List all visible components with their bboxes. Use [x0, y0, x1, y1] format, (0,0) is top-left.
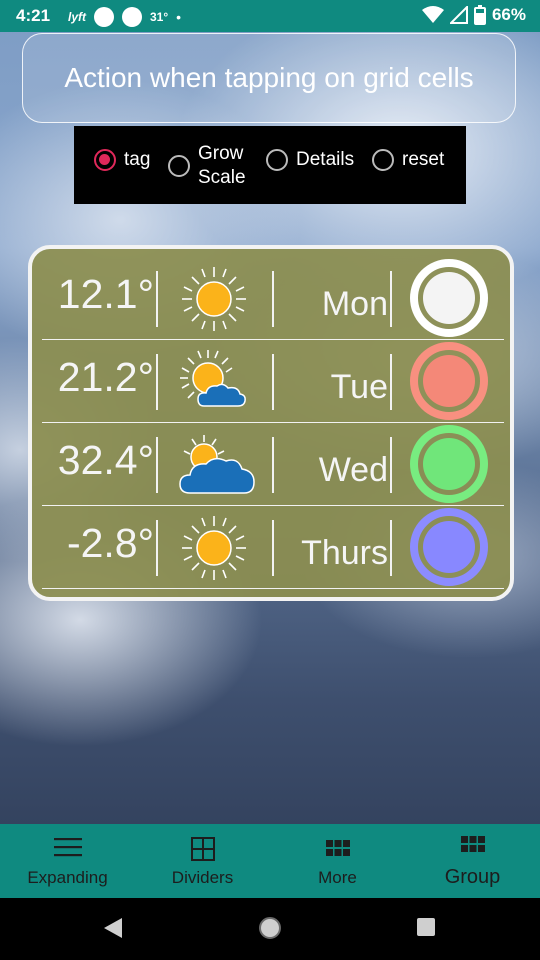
- status-bar: 4:21 lyft 31° • 66%: [0, 0, 540, 32]
- divider: [156, 520, 158, 576]
- divider: [390, 271, 392, 327]
- status-right: 66%: [421, 5, 526, 25]
- day-cell[interactable]: Mon: [274, 285, 388, 324]
- nav-expanding[interactable]: Expanding: [0, 824, 135, 898]
- radio-label-line1: Grow: [198, 143, 244, 164]
- cell-signal-icon: [449, 6, 468, 24]
- system-navigation-bar: [0, 898, 540, 960]
- bottom-navigation: Expanding Dividers More Group: [0, 824, 540, 898]
- recents-icon[interactable]: [416, 917, 436, 937]
- sun-cloud-icon[interactable]: [168, 346, 268, 420]
- menu-icon: [53, 838, 82, 857]
- radio-unchecked-icon: [266, 149, 288, 171]
- radio-checked-icon: [94, 149, 116, 171]
- home-icon[interactable]: [258, 916, 282, 940]
- lyft-icon: lyft: [68, 10, 86, 24]
- radio-label: reset: [402, 149, 445, 170]
- nav-more[interactable]: More: [270, 824, 405, 898]
- status-time: 4:21: [16, 6, 51, 25]
- weather-grid: 12.1° Mon 21.2° Tue 32.4° Wed -2.8° Thur…: [28, 245, 514, 601]
- temperature-cell[interactable]: 32.4°: [40, 437, 154, 484]
- sun-icon[interactable]: [168, 512, 268, 586]
- radio-label: Details: [296, 149, 355, 170]
- divider: [156, 437, 158, 493]
- page-title-text: Action when tapping on grid cells: [64, 62, 474, 93]
- grid-row[interactable]: 32.4° Wed: [42, 423, 504, 506]
- divider: [156, 354, 158, 410]
- notification-circle-icon: [122, 7, 142, 27]
- battery-percent: 66%: [491, 5, 526, 24]
- nav-label: Dividers: [171, 868, 234, 887]
- grid-row[interactable]: -2.8° Thurs: [42, 506, 504, 589]
- color-circle-button[interactable]: [410, 425, 488, 503]
- color-circle-button[interactable]: [410, 342, 488, 420]
- back-icon[interactable]: [102, 917, 124, 939]
- day-cell[interactable]: Tue: [274, 368, 388, 407]
- divider: [390, 520, 392, 576]
- color-circle-button[interactable]: [410, 259, 488, 337]
- more-grid-icon: [325, 840, 350, 856]
- status-temperature: 31°: [150, 10, 169, 24]
- notification-circle-icon: [94, 7, 114, 27]
- nav-group[interactable]: Group: [405, 824, 540, 898]
- row-divider: [42, 587, 504, 589]
- wifi-icon: [421, 6, 444, 23]
- group-grid-icon: [460, 836, 485, 852]
- cloud-sun-icon[interactable]: [168, 429, 268, 503]
- notification-icons: lyft 31° •: [68, 7, 181, 27]
- day-cell[interactable]: Thurs: [274, 534, 388, 573]
- radio-label: tag: [124, 149, 151, 170]
- grid-row[interactable]: 12.1° Mon: [42, 257, 504, 340]
- sun-icon[interactable]: [168, 263, 268, 337]
- day-cell[interactable]: Wed: [274, 451, 388, 490]
- battery-icon: [473, 5, 486, 25]
- tap-action-radio-group: tag Grow Scale Details reset: [74, 126, 466, 204]
- radio-reset[interactable]: reset: [372, 149, 444, 171]
- temperature-cell[interactable]: -2.8°: [40, 520, 154, 567]
- color-circle-button[interactable]: [410, 508, 488, 586]
- nav-dividers[interactable]: Dividers: [135, 824, 270, 898]
- dot-icon: •: [176, 9, 182, 25]
- nav-label: Group: [444, 866, 501, 888]
- radio-label-line2: Scale: [198, 167, 246, 188]
- radio-label: Grow Scale: [198, 142, 246, 190]
- radio-unchecked-icon: [168, 155, 190, 177]
- nav-label: More: [318, 868, 357, 887]
- temperature-cell[interactable]: 12.1°: [40, 271, 154, 318]
- radio-unchecked-icon: [372, 149, 394, 171]
- page-title: Action when tapping on grid cells: [22, 33, 516, 123]
- nav-label: Expanding: [27, 868, 108, 887]
- radio-tag[interactable]: tag: [94, 149, 150, 171]
- radio-grow-scale[interactable]: Grow Scale: [168, 142, 246, 190]
- divider: [390, 354, 392, 410]
- divider: [390, 437, 392, 493]
- divider: [156, 271, 158, 327]
- grid-row[interactable]: 21.2° Tue: [42, 340, 504, 423]
- grid-dividers-icon: [190, 837, 215, 861]
- radio-details[interactable]: Details: [266, 149, 354, 171]
- temperature-cell[interactable]: 21.2°: [40, 354, 154, 401]
